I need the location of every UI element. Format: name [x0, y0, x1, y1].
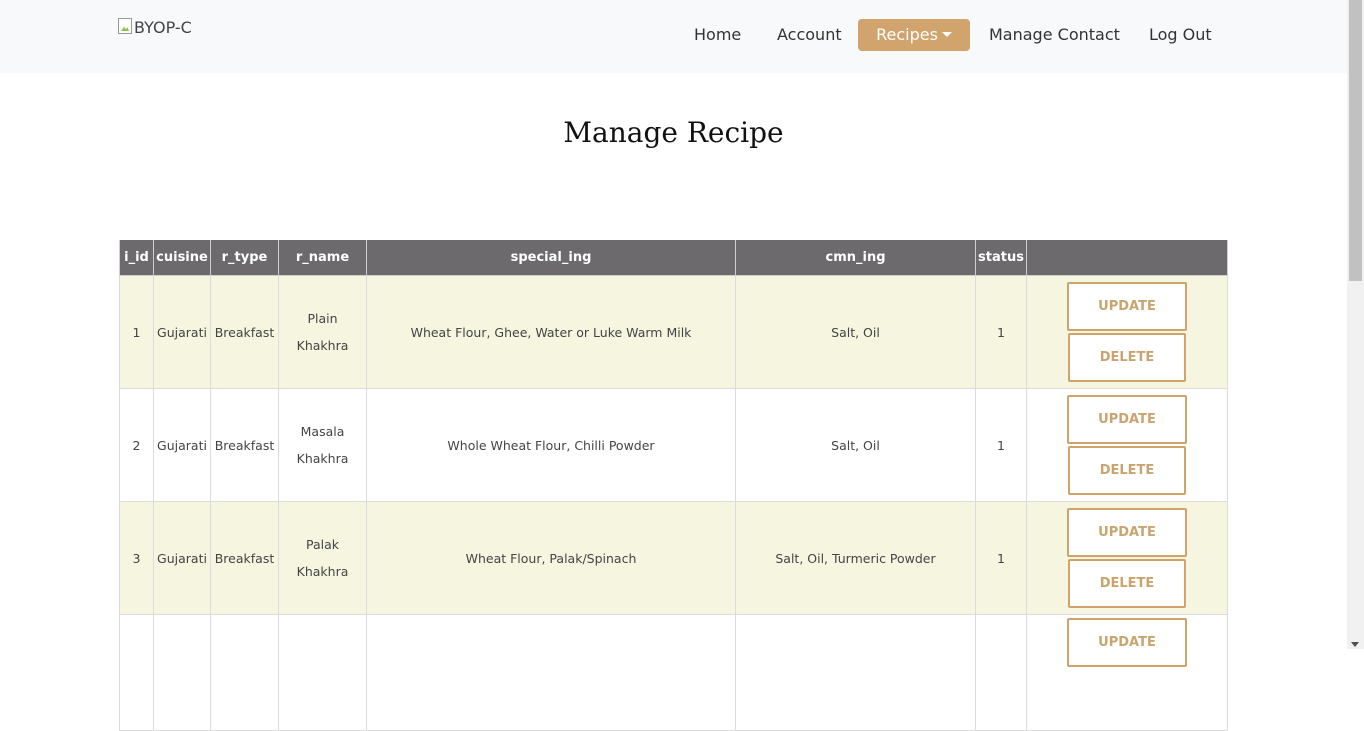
cell-cmn-ing: Salt, Oil, Turmeric Powder: [735, 501, 976, 615]
table-row: 1 Gujarati Breakfast Plain Khakhra Wheat …: [119, 275, 1228, 389]
scroll-down-arrow-icon[interactable]: [1351, 642, 1359, 647]
cell-r-name: [278, 614, 367, 731]
delete-button[interactable]: DELETE: [1068, 333, 1186, 382]
nav-recipes-dropdown[interactable]: Recipes: [858, 19, 970, 51]
cell-actions: UPDATE: [1026, 614, 1228, 731]
cell-cuisine: [153, 614, 211, 731]
cell-cmn-ing: Salt, Oil: [735, 388, 976, 502]
cell-cuisine: Gujarati: [153, 501, 211, 615]
cell-i-id: [119, 614, 154, 731]
r-name-line-1: Palak: [305, 537, 339, 552]
r-name-line-2: Khakhra: [296, 564, 349, 579]
page-title: Manage Recipe: [563, 116, 784, 149]
cell-r-name: Palak Khakhra: [278, 501, 367, 615]
logo-alt-text: BYOP-C: [134, 18, 192, 37]
nav-account[interactable]: Account: [777, 19, 842, 51]
cell-r-type: Breakfast: [210, 501, 279, 615]
table-header-row: i_id cuisine r_type r_name special_ing c…: [119, 240, 1228, 276]
nav-home[interactable]: Home: [694, 19, 741, 51]
cell-cmn-ing: [735, 614, 976, 731]
nav-manage-contact[interactable]: Manage Contact: [989, 19, 1120, 51]
nav-log-out[interactable]: Log Out: [1149, 19, 1212, 51]
nav-recipes-label: Recipes: [876, 25, 938, 44]
cell-cuisine: Gujarati: [153, 275, 211, 389]
cell-special-ing: Wheat Flour, Ghee, Water or Luke Warm Mi…: [366, 275, 736, 389]
delete-button[interactable]: DELETE: [1068, 446, 1186, 495]
cell-special-ing: Wheat Flour, Palak/Spinach: [366, 501, 736, 615]
cell-r-name: Masala Khakhra: [278, 388, 367, 502]
cell-r-type: Breakfast: [210, 275, 279, 389]
r-name-line-2: Khakhra: [296, 338, 349, 353]
update-button[interactable]: UPDATE: [1067, 282, 1187, 331]
header-cmn-ing: cmn_ing: [735, 240, 976, 276]
cell-r-type: Breakfast: [210, 388, 279, 502]
cell-i-id: 2: [119, 388, 154, 502]
cell-actions: UPDATE DELETE: [1026, 275, 1228, 389]
header-actions: [1026, 240, 1228, 276]
recipe-table: i_id cuisine r_type r_name special_ing c…: [119, 240, 1228, 731]
cell-status: [975, 614, 1027, 731]
r-name-line-1: Masala: [300, 424, 345, 439]
update-button[interactable]: UPDATE: [1067, 395, 1187, 444]
table-row: 3 Gujarati Breakfast Palak Khakhra Wheat …: [119, 501, 1228, 615]
header-special-ing: special_ing: [366, 240, 736, 276]
header-r-name: r_name: [278, 240, 367, 276]
cell-actions: UPDATE DELETE: [1026, 501, 1228, 615]
header-i-id: i_id: [119, 240, 154, 276]
cell-cmn-ing: Salt, Oil: [735, 275, 976, 389]
header-cuisine: cuisine: [153, 240, 211, 276]
cell-cuisine: Gujarati: [153, 388, 211, 502]
cell-status: 1: [975, 388, 1027, 502]
r-name-line-1: Plain: [307, 311, 338, 326]
page-scrollbar[interactable]: [1347, 0, 1364, 649]
scrollbar-thumb[interactable]: [1349, 0, 1362, 281]
cell-special-ing: [366, 614, 736, 731]
header-status: status: [975, 240, 1027, 276]
cell-actions: UPDATE DELETE: [1026, 388, 1228, 502]
cell-status: 1: [975, 501, 1027, 615]
r-name-line-2: Khakhra: [296, 451, 349, 466]
table-row: 2 Gujarati Breakfast Masala Khakhra Whole…: [119, 388, 1228, 502]
broken-image-icon: [118, 18, 132, 34]
cell-status: 1: [975, 275, 1027, 389]
update-button[interactable]: UPDATE: [1067, 508, 1187, 557]
table-row: UPDATE: [119, 614, 1228, 731]
cell-i-id: 1: [119, 275, 154, 389]
cell-r-type: [210, 614, 279, 731]
cell-i-id: 3: [119, 501, 154, 615]
cell-special-ing: Whole Wheat Flour, Chilli Powder: [366, 388, 736, 502]
caret-down-icon: [941, 32, 952, 37]
delete-button[interactable]: DELETE: [1068, 559, 1186, 608]
header-r-type: r_type: [210, 240, 279, 276]
cell-r-name: Plain Khakhra: [278, 275, 367, 389]
update-button[interactable]: UPDATE: [1067, 618, 1187, 667]
navbar: BYOP-C Home Account Recipes Manage Conta…: [0, 0, 1347, 73]
logo-link[interactable]: BYOP-C: [118, 18, 192, 46]
